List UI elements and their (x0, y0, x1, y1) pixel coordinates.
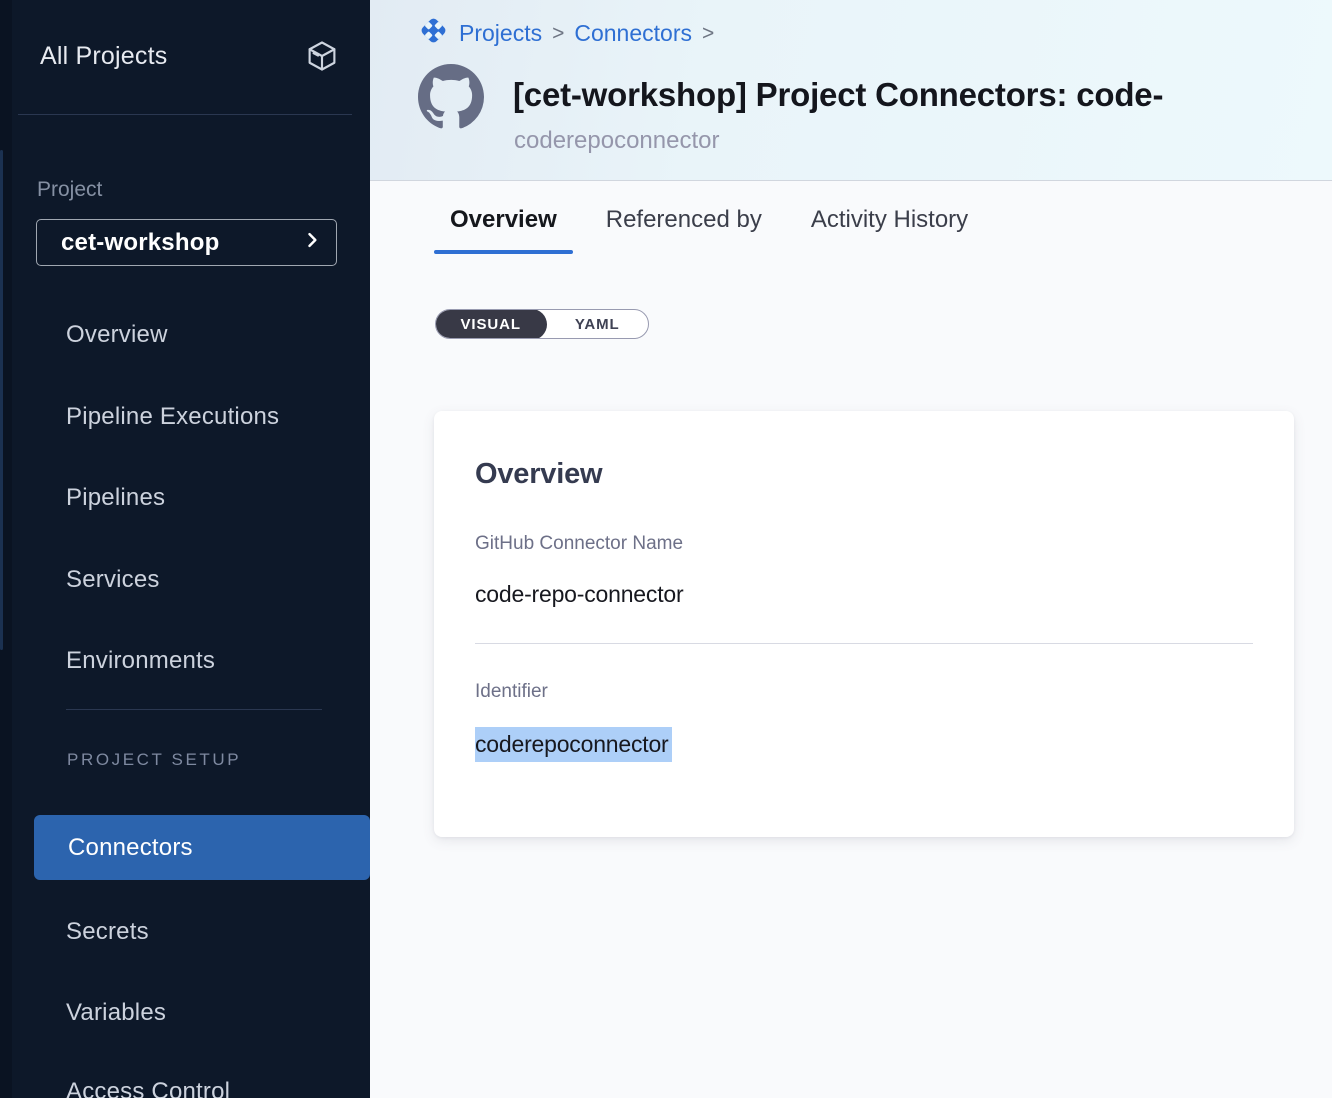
field-value-identifier: coderepoconnector (475, 727, 672, 762)
connector-tabs: Overview Referenced by Activity History (434, 206, 984, 254)
page-title: [cet-workshop] Project Connectors: code- (513, 76, 1332, 114)
project-selector-name: cet-workshop (61, 229, 219, 257)
sidebar-item-variables[interactable]: Variables (66, 999, 166, 1027)
sidebar-divider (18, 114, 352, 115)
breadcrumb: Projects > Connectors > (418, 16, 714, 50)
breadcrumb-separator: > (702, 21, 714, 46)
field-value-connector-name: code-repo-connector (475, 581, 1253, 608)
project-label: Project (37, 178, 102, 202)
sidebar-item-connectors[interactable]: Connectors (34, 815, 370, 880)
overview-card: Overview GitHub Connector Name code-repo… (434, 411, 1294, 837)
tab-activity-history[interactable]: Activity History (795, 206, 984, 254)
toggle-option-yaml[interactable]: YAML (547, 309, 648, 339)
harness-projects-diamond-icon (418, 15, 449, 51)
breadcrumb-link-connectors[interactable]: Connectors (574, 20, 692, 47)
sidebar-item-pipeline-executions[interactable]: Pipeline Executions (66, 403, 279, 431)
app-root: All Projects Project cet-workshop Overvi… (0, 0, 1332, 1098)
field-label-connector-name: GitHub Connector Name (475, 533, 1253, 555)
project-sidebar: All Projects Project cet-workshop Overvi… (0, 0, 370, 1098)
project-selector[interactable]: cet-workshop (36, 219, 337, 266)
breadcrumb-separator: > (552, 21, 564, 46)
main-content: Projects > Connectors > [cet-workshop] P… (370, 0, 1332, 1098)
sidebar-item-label: Connectors (68, 834, 193, 862)
page-subtitle: coderepoconnector (514, 127, 719, 155)
sidebar-divider (66, 709, 322, 710)
visual-yaml-toggle: VISUAL YAML (435, 309, 649, 339)
card-divider (475, 643, 1253, 644)
github-icon (418, 64, 484, 130)
sidebar-item-services[interactable]: Services (66, 566, 160, 594)
field-label-identifier: Identifier (475, 681, 1253, 703)
projects-cube-icon[interactable] (304, 38, 340, 74)
chevron-right-icon (302, 230, 322, 255)
sidebar-item-pipelines[interactable]: Pipelines (66, 484, 165, 512)
tab-overview[interactable]: Overview (434, 206, 573, 254)
breadcrumb-link-projects[interactable]: Projects (459, 20, 542, 47)
sidebar-item-secrets[interactable]: Secrets (66, 918, 149, 946)
project-setup-section-header: PROJECT SETUP (67, 750, 241, 770)
all-projects-label[interactable]: All Projects (40, 42, 167, 71)
sidebar-item-overview[interactable]: Overview (66, 321, 168, 349)
sidebar-item-access-control[interactable]: Access Control (66, 1078, 230, 1098)
tab-referenced-by[interactable]: Referenced by (590, 206, 778, 254)
sidebar-item-environments[interactable]: Environments (66, 647, 215, 675)
card-title: Overview (475, 458, 1253, 491)
toggle-option-visual[interactable]: VISUAL (435, 309, 547, 339)
module-rail-accent (0, 150, 3, 650)
